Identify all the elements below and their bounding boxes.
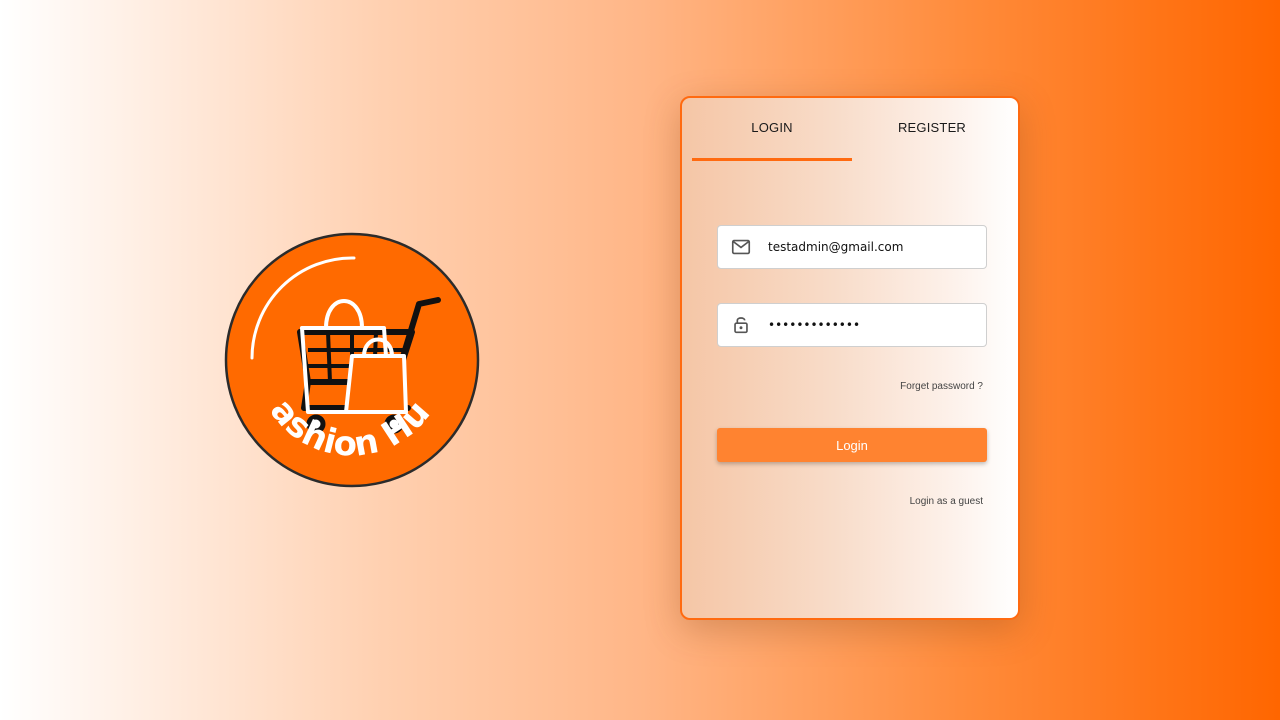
guest-login-link[interactable]: Login as a guest [910,496,983,507]
active-tab-indicator [692,158,852,161]
mail-icon [731,239,751,255]
brand-logo: Fashion Hub [224,232,480,488]
auth-tabs: LOGIN REGISTER [692,98,1012,162]
login-button[interactable]: Login [717,428,987,462]
tab-login[interactable]: LOGIN [692,98,852,158]
password-input[interactable] [768,304,978,346]
forget-password-link[interactable]: Forget password ? [900,381,983,392]
login-card: LOGIN REGISTER Forget password ? Login L… [680,96,1020,620]
tab-register[interactable]: REGISTER [852,98,1012,158]
email-field[interactable] [717,225,987,269]
logo-graphic: Fashion Hub [224,232,480,488]
email-input[interactable] [768,226,978,268]
lock-icon [734,317,748,334]
password-field[interactable] [717,303,987,347]
